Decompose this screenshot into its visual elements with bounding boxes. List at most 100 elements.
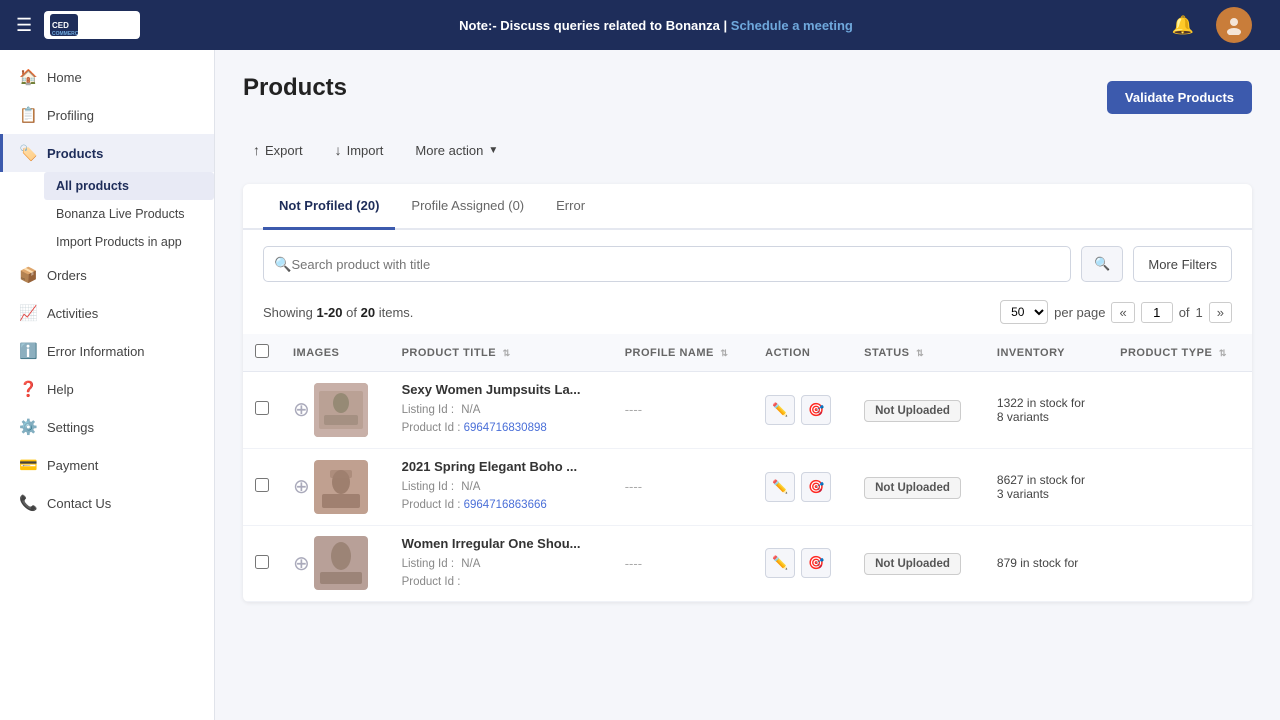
avatar[interactable] xyxy=(1216,7,1252,43)
logo[interactable]: CED COMMERCE bonanza xyxy=(44,11,140,39)
add-image-button[interactable]: ⊕ xyxy=(293,551,310,576)
row-inventory-col: 8627 in stock for 3 variants xyxy=(985,448,1108,525)
tabs: Not Profiled (20) Profile Assigned (0) E… xyxy=(243,184,1252,230)
sidebar-item-activities[interactable]: 📈 Activities xyxy=(0,294,214,332)
sidebar-item-help[interactable]: ❓ Help xyxy=(0,370,214,408)
sidebar-item-label: Products xyxy=(47,146,103,161)
product-title-text: Sexy Women Jumpsuits La... xyxy=(402,382,601,397)
more-action-button[interactable]: More action ▼ xyxy=(405,137,508,164)
status-badge: Not Uploaded xyxy=(864,400,961,422)
row-add-col: ⊕ xyxy=(281,448,390,525)
product-id-link[interactable]: 6964716830898 xyxy=(464,422,547,434)
per-page-select[interactable]: 50 xyxy=(1000,300,1048,324)
import-label: Import xyxy=(347,143,384,158)
row-checkbox-col xyxy=(243,372,281,449)
row-add-col: ⊕ xyxy=(281,525,390,602)
sidebar-item-label: Orders xyxy=(47,268,87,283)
row-profile-col: ---- xyxy=(613,372,753,449)
sidebar-item-contact-us[interactable]: 📞 Contact Us xyxy=(0,484,214,522)
table-header-row: IMAGES PRODUCT TITLE ⇅ PROFILE NAME ⇅ xyxy=(243,334,1252,372)
pagination-controls: 50 per page « of 1 » xyxy=(1000,300,1232,324)
tab-profile-assigned-label: Profile Assigned (0) xyxy=(411,198,524,213)
sidebar-item-label: Profiling xyxy=(47,108,94,123)
profile-dash: ---- xyxy=(625,402,642,417)
first-page-button[interactable]: « xyxy=(1111,302,1134,323)
validate-products-button[interactable]: Validate Products xyxy=(1107,81,1252,114)
payment-icon: 💳 xyxy=(19,456,37,474)
profile-name-col-label: PROFILE NAME xyxy=(625,347,714,359)
sidebar-item-orders[interactable]: 📦 Orders xyxy=(0,256,214,294)
tab-not-profiled[interactable]: Not Profiled (20) xyxy=(263,184,395,230)
view-button[interactable]: 🎯 xyxy=(801,472,831,502)
th-images: IMAGES xyxy=(281,334,390,372)
logo-icon: CED COMMERCE xyxy=(50,14,78,36)
view-button[interactable]: 🎯 xyxy=(801,548,831,578)
sidebar-item-profiling[interactable]: 📋 Profiling xyxy=(0,96,214,134)
th-status[interactable]: STATUS ⇅ xyxy=(852,334,985,372)
sidebar-item-label: Help xyxy=(47,382,74,397)
select-all-checkbox[interactable] xyxy=(255,344,269,358)
import-products-label: Import Products in app xyxy=(56,235,182,249)
search-button[interactable]: 🔍 xyxy=(1081,246,1123,282)
sidebar-sub-all-products[interactable]: All products xyxy=(44,172,214,200)
th-profile-name[interactable]: PROFILE NAME ⇅ xyxy=(613,334,753,372)
home-icon: 🏠 xyxy=(19,68,37,86)
sidebar-item-settings[interactable]: ⚙️ Settings xyxy=(0,408,214,446)
profile-dash: ---- xyxy=(625,479,642,494)
filters-row: 🔍 🔍 More Filters xyxy=(243,230,1252,292)
search-input[interactable] xyxy=(291,257,1060,272)
svg-text:COMMERCE: COMMERCE xyxy=(52,31,78,36)
edit-button[interactable]: ✏️ xyxy=(765,472,795,502)
edit-button[interactable]: ✏️ xyxy=(765,548,795,578)
th-product-type[interactable]: PRODUCT TYPE ⇅ xyxy=(1108,334,1252,372)
inventory-text: 8627 in stock for 3 variants xyxy=(997,473,1096,501)
row-checkbox[interactable] xyxy=(255,555,269,569)
logo-box: CED COMMERCE bonanza xyxy=(44,11,140,39)
products-icon: 🏷️ xyxy=(19,144,37,162)
product-meta: Listing Id : N/A Product Id : 6964716863… xyxy=(402,478,601,515)
add-image-button[interactable]: ⊕ xyxy=(293,397,310,422)
products-card: Not Profiled (20) Profile Assigned (0) E… xyxy=(243,184,1252,602)
row-checkbox[interactable] xyxy=(255,401,269,415)
sidebar-sub-import-products[interactable]: Import Products in app xyxy=(44,228,214,256)
export-button[interactable]: ↑ Export xyxy=(243,136,313,164)
row-action-col: ✏️ 🎯 xyxy=(753,448,852,525)
action-col-label: ACTION xyxy=(765,347,810,359)
status-badge: Not Uploaded xyxy=(864,553,961,575)
bonanza-live-label: Bonanza Live Products xyxy=(56,207,185,221)
tab-error[interactable]: Error xyxy=(540,184,601,230)
row-checkbox[interactable] xyxy=(255,478,269,492)
avatar-icon xyxy=(1224,15,1244,35)
product-title-text: 2021 Spring Elegant Boho ... xyxy=(402,459,601,474)
page-number-input[interactable] xyxy=(1141,302,1173,323)
import-button[interactable]: ↓ Import xyxy=(325,136,394,164)
tab-profile-assigned[interactable]: Profile Assigned (0) xyxy=(395,184,540,230)
page-of-label: of xyxy=(1179,305,1190,320)
more-filters-button[interactable]: More Filters xyxy=(1133,246,1232,282)
status-badge: Not Uploaded xyxy=(864,477,961,499)
sidebar-item-home[interactable]: 🏠 Home xyxy=(0,58,214,96)
sidebar-item-label: Error Information xyxy=(47,344,145,359)
profile-name-sort-icon: ⇅ xyxy=(720,348,728,358)
sidebar-item-payment[interactable]: 💳 Payment xyxy=(0,446,214,484)
view-button[interactable]: 🎯 xyxy=(801,395,831,425)
product-id-link[interactable]: 6964716863666 xyxy=(464,499,547,511)
pagination-row: Showing 1-20 of 20 items. 50 per page « … xyxy=(243,292,1252,334)
status-col-label: STATUS xyxy=(864,347,909,359)
last-page-button[interactable]: » xyxy=(1209,302,1232,323)
edit-button[interactable]: ✏️ xyxy=(765,395,795,425)
sidebar-sub-bonanza-live[interactable]: Bonanza Live Products xyxy=(44,200,214,228)
product-image-svg xyxy=(314,536,368,590)
page-total: 1 xyxy=(1196,305,1203,320)
page-title: Products xyxy=(243,74,347,102)
th-product-title[interactable]: PRODUCT TITLE ⇅ xyxy=(390,334,613,372)
schedule-meeting-link[interactable]: Schedule a meeting xyxy=(731,18,853,33)
add-image-button[interactable]: ⊕ xyxy=(293,474,310,499)
showing-text: Showing 1-20 of 20 items. xyxy=(263,305,413,320)
sidebar-item-error-information[interactable]: ℹ️ Error Information xyxy=(0,332,214,370)
sidebar-item-label: Contact Us xyxy=(47,496,111,511)
hamburger-icon[interactable]: ☰ xyxy=(16,15,32,36)
sidebar-item-products[interactable]: 🏷️ Products xyxy=(0,134,214,172)
bell-icon[interactable]: 🔔 xyxy=(1172,15,1194,36)
row-title-col: Women Irregular One Shou... Listing Id :… xyxy=(390,525,613,602)
